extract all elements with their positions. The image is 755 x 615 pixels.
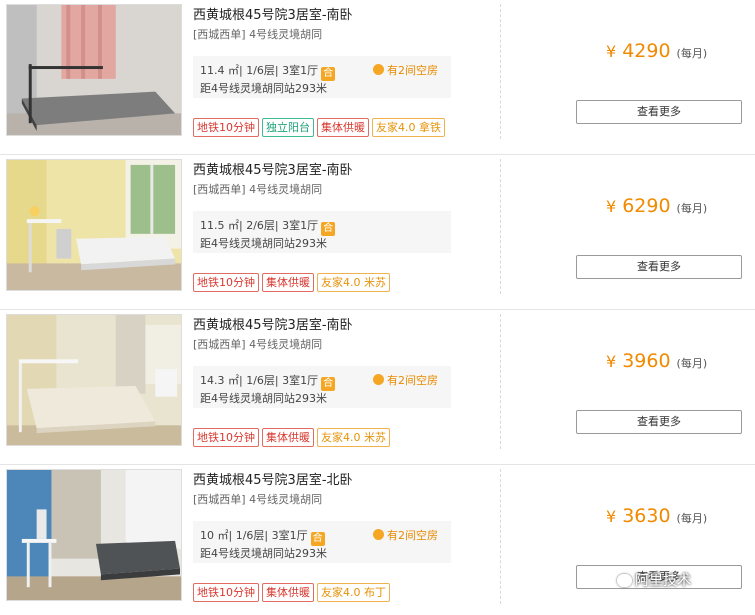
listing-title[interactable]: 西黄城根45号院3居室-北卧 xyxy=(193,469,353,488)
listing-price: ¥3960 (每月) xyxy=(606,350,707,372)
listing-info: 西黄城根45号院3居室-北卧 [西城西单] 4号线灵境胡同 10 ㎡| 1/6层… xyxy=(193,469,493,609)
listing-price: ¥6290 (每月) xyxy=(606,195,707,217)
room-photo[interactable] xyxy=(6,4,182,136)
tag: 友家4.0 拿铁 xyxy=(372,118,445,137)
tag: 地铁10分钟 xyxy=(193,118,259,137)
listing-specs: 14.3 ㎡| 1/6层| 3室1厅合 xyxy=(200,372,336,391)
listing-distance: 距4号线灵境胡同站293米 xyxy=(200,82,327,95)
vacancy-info: 有2间空房 xyxy=(373,372,438,388)
shared-badge: 合 xyxy=(321,377,336,391)
room-photo[interactable] xyxy=(6,314,182,446)
bedroom-photo-pink-curtain xyxy=(7,5,181,135)
listing-title[interactable]: 西黄城根45号院3居室-南卧 xyxy=(193,4,353,23)
price-period: (每月) xyxy=(676,202,708,215)
tag: 集体供暖 xyxy=(262,583,314,602)
listing-price: ¥4290 (每月) xyxy=(606,40,707,62)
vacancy-icon xyxy=(373,529,384,540)
bedroom-photo-blue-wall xyxy=(7,470,181,600)
vacancy-icon xyxy=(373,374,384,385)
listing-info: 西黄城根45号院3居室-南卧 [西城西单] 4号线灵境胡同 14.3 ㎡| 1/… xyxy=(193,314,493,454)
shared-badge: 合 xyxy=(310,532,325,546)
specs-text: 11.5 ㎡| 2/6层| 3室1厅 xyxy=(200,219,319,232)
listing-specs-box: 11.4 ㎡| 1/6层| 3室1厅合 有2间空房 距4号线灵境胡同站293米 xyxy=(193,56,451,98)
vacancy-info: 有2间空房 xyxy=(373,62,438,78)
listing-info: 西黄城根45号院3居室-南卧 [西城西单] 4号线灵境胡同 11.5 ㎡| 2/… xyxy=(193,159,493,299)
listing-card: 西黄城根45号院3居室-南卧 [西城西单] 4号线灵境胡同 11.4 ㎡| 1/… xyxy=(0,0,755,155)
listing-info: 西黄城根45号院3居室-南卧 [西城西单] 4号线灵境胡同 11.4 ㎡| 1/… xyxy=(193,4,493,144)
listing-card: 西黄城根45号院3居室-南卧 [西城西单] 4号线灵境胡同 11.5 ㎡| 2/… xyxy=(0,155,755,310)
watermark-text: 阿里技术 xyxy=(635,573,691,589)
listing-specs-box: 14.3 ㎡| 1/6层| 3室1厅合 有2间空房 距4号线灵境胡同站293米 xyxy=(193,366,451,408)
currency-symbol: ¥ xyxy=(606,42,617,61)
view-more-button[interactable]: 查看更多 xyxy=(576,255,742,279)
column-divider xyxy=(500,469,501,604)
listing-title[interactable]: 西黄城根45号院3居室-南卧 xyxy=(193,314,353,333)
tag: 友家4.0 米苏 xyxy=(317,273,390,292)
listing-location: [西城西单] 4号线灵境胡同 xyxy=(193,183,323,196)
specs-text: 14.3 ㎡| 1/6层| 3室1厅 xyxy=(200,374,319,387)
listing-distance: 距4号线灵境胡同站293米 xyxy=(200,392,327,405)
specs-text: 11.4 ㎡| 1/6层| 3室1厅 xyxy=(200,64,319,77)
wechat-icon xyxy=(617,574,632,587)
price-period: (每月) xyxy=(676,47,708,60)
tag: 独立阳台 xyxy=(262,118,314,137)
shared-badge: 合 xyxy=(321,67,336,81)
listing-location: [西城西单] 4号线灵境胡同 xyxy=(193,338,323,351)
price-amount: 6290 xyxy=(622,195,671,217)
currency-symbol: ¥ xyxy=(606,352,617,371)
column-divider xyxy=(500,159,501,294)
vacancy-text: 有2间空房 xyxy=(387,529,438,542)
price-amount: 3960 xyxy=(622,350,671,372)
column-divider xyxy=(500,314,501,449)
vacancy-icon xyxy=(373,64,384,75)
bedroom-photo-yellow-wall-window xyxy=(7,160,181,290)
currency-symbol: ¥ xyxy=(606,507,617,526)
shared-badge: 合 xyxy=(321,222,336,236)
listing-tags: 地铁10分钟 集体供暖 友家4.0 米苏 xyxy=(193,273,393,292)
tag: 集体供暖 xyxy=(262,273,314,292)
view-more-button[interactable]: 查看更多 xyxy=(576,410,742,434)
tag: 集体供暖 xyxy=(262,428,314,447)
listing-title[interactable]: 西黄城根45号院3居室-南卧 xyxy=(193,159,353,178)
column-divider xyxy=(500,4,501,139)
specs-text: 10 ㎡| 1/6层| 3室1厅 xyxy=(200,529,308,542)
vacancy-text: 有2间空房 xyxy=(387,374,438,387)
tag: 地铁10分钟 xyxy=(193,273,259,292)
room-photo[interactable] xyxy=(6,469,182,601)
listing-list: 西黄城根45号院3居室-南卧 [西城西单] 4号线灵境胡同 11.4 ㎡| 1/… xyxy=(0,0,755,615)
view-more-button[interactable]: 查看更多 xyxy=(576,100,742,124)
room-photo[interactable] xyxy=(6,159,182,291)
listing-price: ¥3630 (每月) xyxy=(606,505,707,527)
tag: 集体供暖 xyxy=(317,118,369,137)
watermark: 阿里技术 xyxy=(617,569,691,593)
tag: 友家4.0 米苏 xyxy=(317,428,390,447)
vacancy-info: 有2间空房 xyxy=(373,527,438,543)
listing-specs: 11.5 ㎡| 2/6层| 3室1厅合 xyxy=(200,217,336,236)
currency-symbol: ¥ xyxy=(606,197,617,216)
bedroom-photo-white-bed xyxy=(7,315,181,445)
listing-distance: 距4号线灵境胡同站293米 xyxy=(200,547,327,560)
listing-tags: 地铁10分钟 集体供暖 友家4.0 布丁 xyxy=(193,583,393,602)
price-amount: 3630 xyxy=(622,505,671,527)
vacancy-text: 有2间空房 xyxy=(387,64,438,77)
listing-specs-box: 10 ㎡| 1/6层| 3室1厅合 有2间空房 距4号线灵境胡同站293米 xyxy=(193,521,451,563)
price-period: (每月) xyxy=(676,357,708,370)
listing-location: [西城西单] 4号线灵境胡同 xyxy=(193,493,323,506)
listing-tags: 地铁10分钟 独立阳台 集体供暖 友家4.0 拿铁 xyxy=(193,118,448,137)
listing-specs-box: 11.5 ㎡| 2/6层| 3室1厅合 距4号线灵境胡同站293米 xyxy=(193,211,451,253)
tag: 友家4.0 布丁 xyxy=(317,583,390,602)
tag: 地铁10分钟 xyxy=(193,428,259,447)
listing-specs: 11.4 ㎡| 1/6层| 3室1厅合 xyxy=(200,62,336,81)
listing-distance: 距4号线灵境胡同站293米 xyxy=(200,237,327,250)
price-period: (每月) xyxy=(676,512,708,525)
tag: 地铁10分钟 xyxy=(193,583,259,602)
listing-card: 西黄城根45号院3居室-南卧 [西城西单] 4号线灵境胡同 14.3 ㎡| 1/… xyxy=(0,310,755,465)
listing-location: [西城西单] 4号线灵境胡同 xyxy=(193,28,323,41)
listing-specs: 10 ㎡| 1/6层| 3室1厅合 xyxy=(200,527,325,546)
listing-tags: 地铁10分钟 集体供暖 友家4.0 米苏 xyxy=(193,428,393,447)
price-amount: 4290 xyxy=(622,40,671,62)
